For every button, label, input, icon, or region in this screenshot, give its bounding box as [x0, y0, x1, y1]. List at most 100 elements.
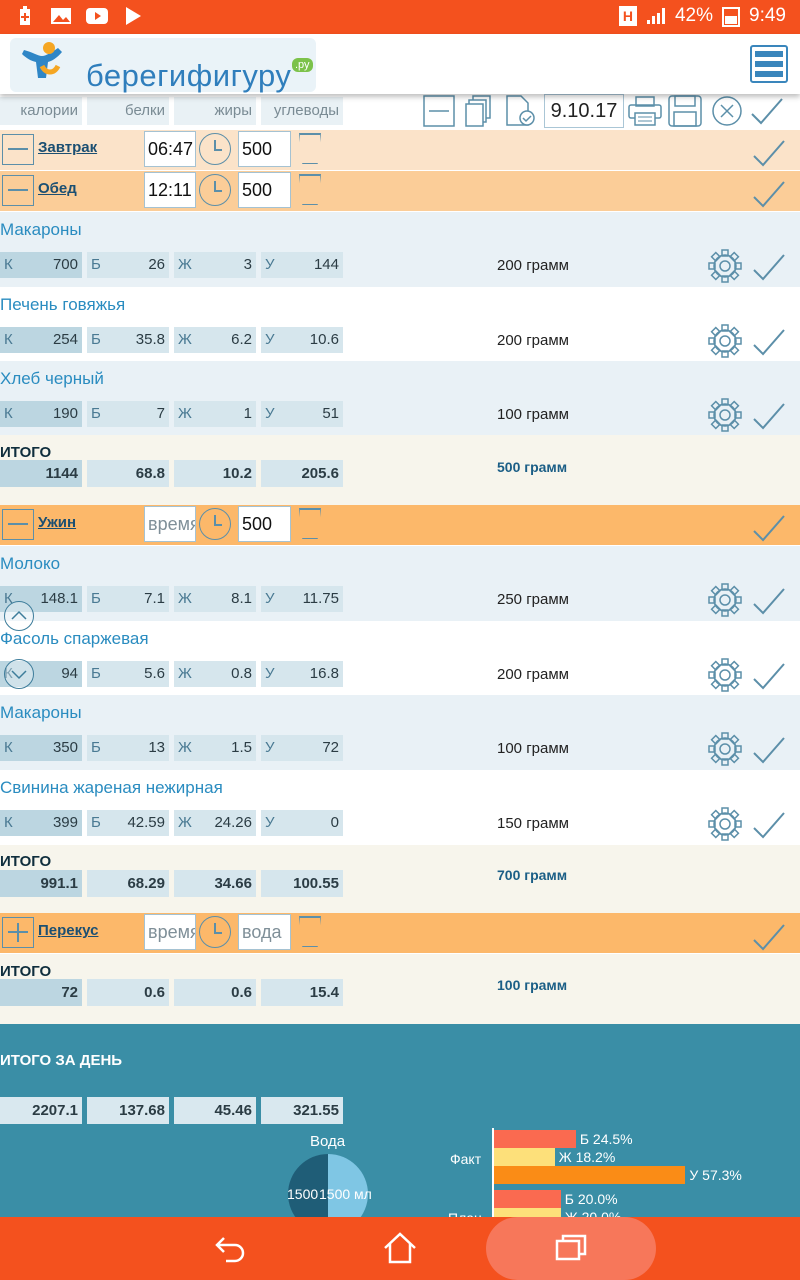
day-carbs: 321.55	[261, 1097, 343, 1124]
water-field[interactable]: 500	[238, 506, 291, 542]
clock-icon[interactable]	[199, 133, 231, 165]
collapse-dinner-button[interactable]	[2, 509, 34, 540]
logo-text: берегифигуру	[86, 58, 292, 93]
settings-gear-icon[interactable]	[708, 657, 742, 692]
food-grams[interactable]: 100 грамм	[497, 406, 569, 423]
water-cup-icon[interactable]	[299, 174, 321, 205]
food-grams[interactable]: 100 грамм	[497, 740, 569, 757]
settings-gear-icon[interactable]	[708, 583, 742, 617]
food-name[interactable]: Фасоль спаржевая	[0, 629, 800, 649]
gallery-icon	[50, 6, 72, 26]
meal-name[interactable]: Ужин	[38, 514, 76, 531]
macro-letter: Б	[91, 256, 101, 273]
scroll-down-button[interactable]	[4, 659, 34, 689]
meal-name[interactable]: Завтрак	[38, 139, 97, 156]
check-icon[interactable]	[752, 810, 786, 840]
check-icon[interactable]	[752, 327, 786, 357]
macro-zh: Ж3	[174, 252, 256, 278]
settings-gear-icon[interactable]	[708, 398, 742, 432]
total-label: ИТОГО	[0, 853, 52, 870]
macro-value: 8.1	[231, 590, 252, 607]
water-cup-icon[interactable]	[299, 508, 321, 539]
food-grams[interactable]: 250 грамм	[497, 591, 569, 608]
clock-icon[interactable]	[199, 916, 231, 948]
food-name[interactable]: Макароны	[0, 703, 800, 723]
check-icon[interactable]	[752, 513, 786, 543]
clock-icon[interactable]	[199, 508, 231, 540]
copy-icon[interactable]	[462, 94, 496, 128]
clock-icon[interactable]	[199, 174, 231, 206]
logo-domain: .ру	[292, 58, 313, 72]
food-grams[interactable]: 200 грамм	[497, 332, 569, 349]
water-left-value: 1500	[287, 1186, 319, 1202]
total-fat: 10.2	[174, 460, 256, 487]
macro-u: У0	[261, 809, 343, 836]
meal-name[interactable]: Перекус	[38, 922, 98, 939]
macro-letter: Б	[91, 739, 101, 756]
time-field[interactable]: время	[144, 506, 196, 542]
food-name[interactable]: Макароны	[0, 220, 800, 240]
print-icon[interactable]	[628, 94, 662, 128]
macro-b: Б 35.8	[87, 326, 169, 353]
check-icon[interactable]	[752, 735, 786, 765]
water-cup-icon[interactable]	[299, 133, 321, 164]
macro-value: 1.5	[231, 739, 252, 756]
time-field[interactable]: 06:47	[144, 131, 196, 167]
settings-gear-icon[interactable]	[708, 249, 742, 283]
food-grams[interactable]: 200 грамм	[497, 257, 569, 274]
recents-icon[interactable]	[553, 1231, 589, 1265]
day-fat: 45.46	[174, 1097, 256, 1124]
food-name[interactable]: Молоко	[0, 554, 800, 574]
date-field[interactable]: 9.10.17	[544, 94, 624, 128]
home-icon[interactable]	[382, 1231, 418, 1265]
food-grams[interactable]: 200 грамм	[497, 666, 569, 683]
macro-zh: Ж 6.2	[174, 326, 256, 353]
figure-logo-icon	[22, 42, 62, 78]
app-logo[interactable]: берегифигуру .ру	[10, 38, 316, 93]
check-icon[interactable]	[752, 179, 786, 209]
water-cup-icon[interactable]	[299, 916, 321, 947]
water-field[interactable]: вода	[238, 914, 291, 950]
app-header: берегифигуру .ру	[0, 34, 800, 94]
document-check-icon[interactable]	[503, 94, 537, 128]
save-icon[interactable]	[668, 94, 702, 128]
check-icon[interactable]	[752, 138, 786, 168]
total-carbs: 205.6	[261, 460, 343, 487]
play-store-icon	[122, 6, 144, 26]
check-icon[interactable]	[752, 401, 786, 431]
food-grams[interactable]: 150 грамм	[497, 815, 569, 832]
collapse-all-icon[interactable]	[422, 94, 456, 128]
macro-k: К 190	[0, 401, 82, 427]
scroll-up-button[interactable]	[4, 601, 34, 631]
macro-letter: Ж	[178, 330, 192, 348]
settings-gear-icon[interactable]	[708, 806, 742, 841]
settings-gear-icon[interactable]	[708, 732, 742, 766]
collapse-lunch-button[interactable]	[2, 175, 34, 206]
check-icon[interactable]	[752, 586, 786, 616]
settings-gear-icon[interactable]	[708, 323, 742, 358]
check-icon[interactable]	[752, 252, 786, 282]
collapse-breakfast-button[interactable]	[2, 134, 34, 165]
hamburger-menu-icon[interactable]	[750, 45, 788, 83]
time-field[interactable]: 12:11	[144, 172, 196, 208]
water-field[interactable]: 500	[238, 172, 291, 208]
col-header-calories: калории	[0, 97, 82, 125]
time-field[interactable]: время	[144, 914, 196, 950]
check-icon[interactable]	[752, 922, 786, 952]
water-field[interactable]: 500	[238, 131, 291, 167]
meal-name[interactable]: Обед	[38, 180, 77, 197]
food-name[interactable]: Свинина жареная нежирная	[0, 778, 800, 798]
check-icon[interactable]	[752, 661, 786, 691]
food-name[interactable]: Печень говяжья	[0, 295, 800, 315]
confirm-check-icon[interactable]	[750, 94, 784, 128]
food-name[interactable]: Хлеб черный	[0, 369, 800, 389]
close-circle-icon[interactable]	[710, 94, 744, 128]
back-icon[interactable]	[212, 1231, 248, 1265]
total-grams: 700 грамм	[497, 867, 568, 883]
snack-total-row: ИТОГО 72 0.6 0.6 15.4 100 грамм	[0, 954, 800, 1024]
meal-header-breakfast: Завтрак 06:47 500	[0, 130, 800, 170]
macro-letter: У	[265, 664, 275, 682]
expand-snack-button[interactable]	[2, 917, 34, 948]
clock-time: 9:49	[749, 5, 786, 26]
macro-letter: Ж	[178, 405, 192, 422]
